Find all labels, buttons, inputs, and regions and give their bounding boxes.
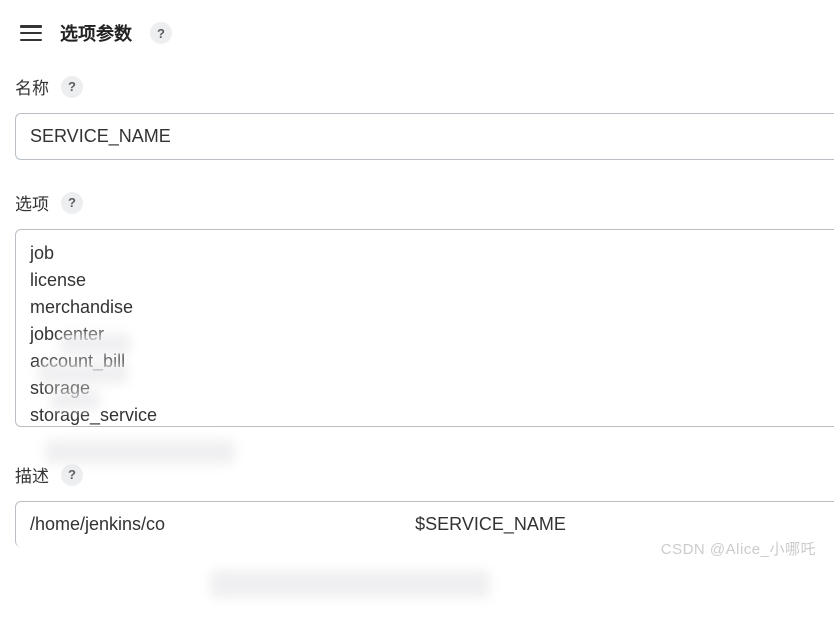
menu-icon[interactable] bbox=[20, 25, 42, 41]
redaction-blur bbox=[45, 440, 235, 464]
options-label: 选项 bbox=[15, 190, 49, 215]
help-icon-name[interactable]: ? bbox=[61, 76, 83, 98]
redaction-blur bbox=[210, 570, 490, 598]
name-input[interactable] bbox=[15, 113, 834, 160]
description-input[interactable] bbox=[15, 501, 834, 547]
options-textarea[interactable] bbox=[15, 229, 834, 427]
description-label: 描述 bbox=[15, 462, 49, 487]
help-icon-options[interactable]: ? bbox=[61, 192, 83, 214]
help-icon-description[interactable]: ? bbox=[61, 464, 83, 486]
help-icon-header[interactable]: ? bbox=[150, 22, 172, 44]
name-label: 名称 bbox=[15, 74, 49, 99]
page-title: 选项参数 bbox=[60, 20, 132, 46]
